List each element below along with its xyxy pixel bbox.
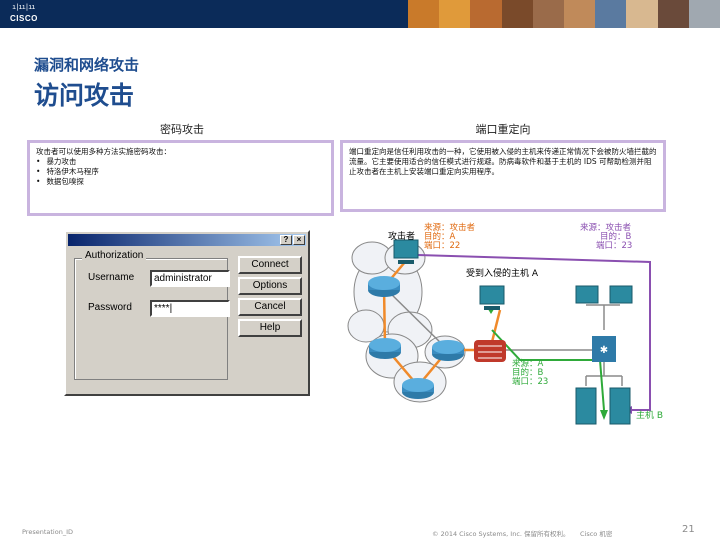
compromised-host-label: 受到入侵的主机 A	[466, 267, 539, 279]
attacker-label: 攻击者	[388, 230, 415, 242]
workstation-pc-icon	[575, 285, 633, 304]
footer-presentation-id: Presentation_ID	[22, 528, 73, 536]
router-icon	[402, 378, 434, 399]
footer-confidential: Cisco 机密	[580, 530, 613, 538]
router-icon	[432, 340, 464, 361]
attack-port-label: 端口：22	[424, 240, 460, 251]
footer-copyright: © 2014 Cisco Systems, Inc. 保留所有权利。	[432, 530, 570, 538]
host-a-pc-icon	[479, 285, 505, 310]
internet-cloud	[347, 241, 466, 403]
host-b-label: 主机 B	[636, 409, 663, 421]
redirect-port-label: 端口：23	[596, 240, 632, 251]
svg-text:✱: ✱	[600, 345, 608, 356]
port-redirection-diagram: ✱ 攻击者 来源：攻击者 目的：A 端口：22 受到入侵的主机 A 来源：攻击者…	[347, 222, 663, 425]
page-number: 21	[682, 524, 695, 535]
switch-icon: ✱	[592, 336, 616, 362]
forward-port-label: 端口：23	[512, 376, 548, 387]
router-icon	[369, 338, 401, 359]
router-icon	[368, 276, 400, 297]
firewall-icon	[474, 340, 506, 362]
